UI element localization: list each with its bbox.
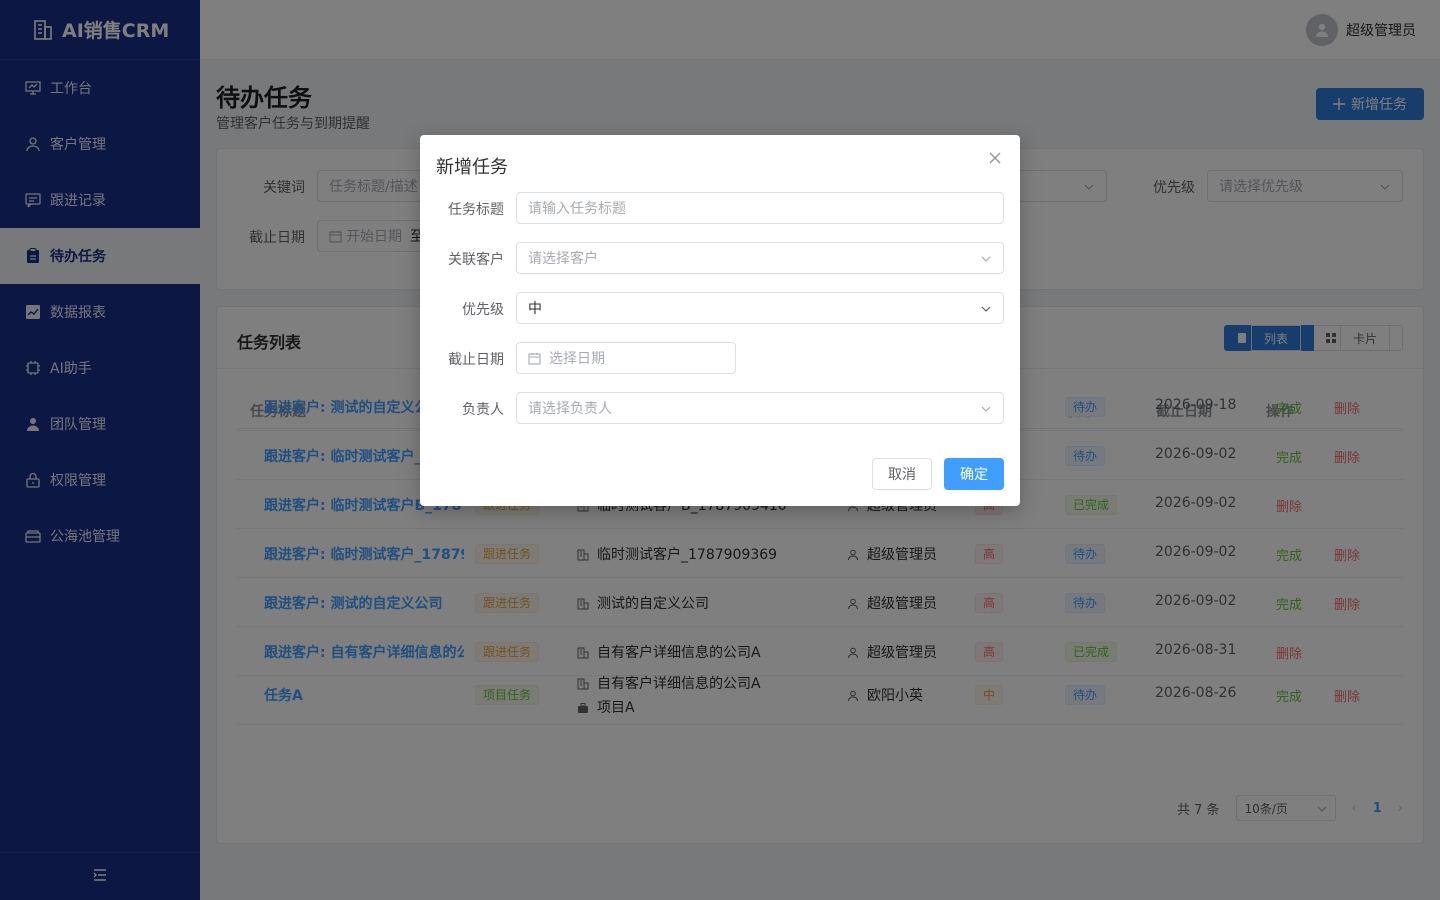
due-field-label: 截止日期 [448,352,504,368]
calendar-icon [528,352,541,365]
due-date-picker[interactable]: 选择日期 [516,342,736,374]
title-field-input[interactable]: 请输入任务标题 [516,192,1004,224]
confirm-button[interactable]: 确定 [944,458,1004,490]
chevron-down-icon [981,306,991,312]
customer-select[interactable]: 请选择客户 [516,242,1004,274]
cancel-button[interactable]: 取消 [872,458,932,490]
owner-select[interactable]: 请选择负责人 [516,392,1004,424]
dialog-title: 新增任务 [436,157,508,178]
chevron-down-icon [981,406,991,412]
title-field-label: 任务标题 [448,202,504,218]
chevron-down-icon [981,256,991,262]
new-task-dialog: 新增任务 任务标题 请输入任务标题 关联客户 请选择客户 优先级 中 截止日期 … [420,135,1020,506]
close-icon[interactable] [988,151,1002,165]
owner-field-label: 负责人 [462,402,504,418]
priority-field-label: 优先级 [462,302,504,318]
customer-field-label: 关联客户 [448,252,504,268]
priority-select[interactable]: 中 [516,292,1004,324]
